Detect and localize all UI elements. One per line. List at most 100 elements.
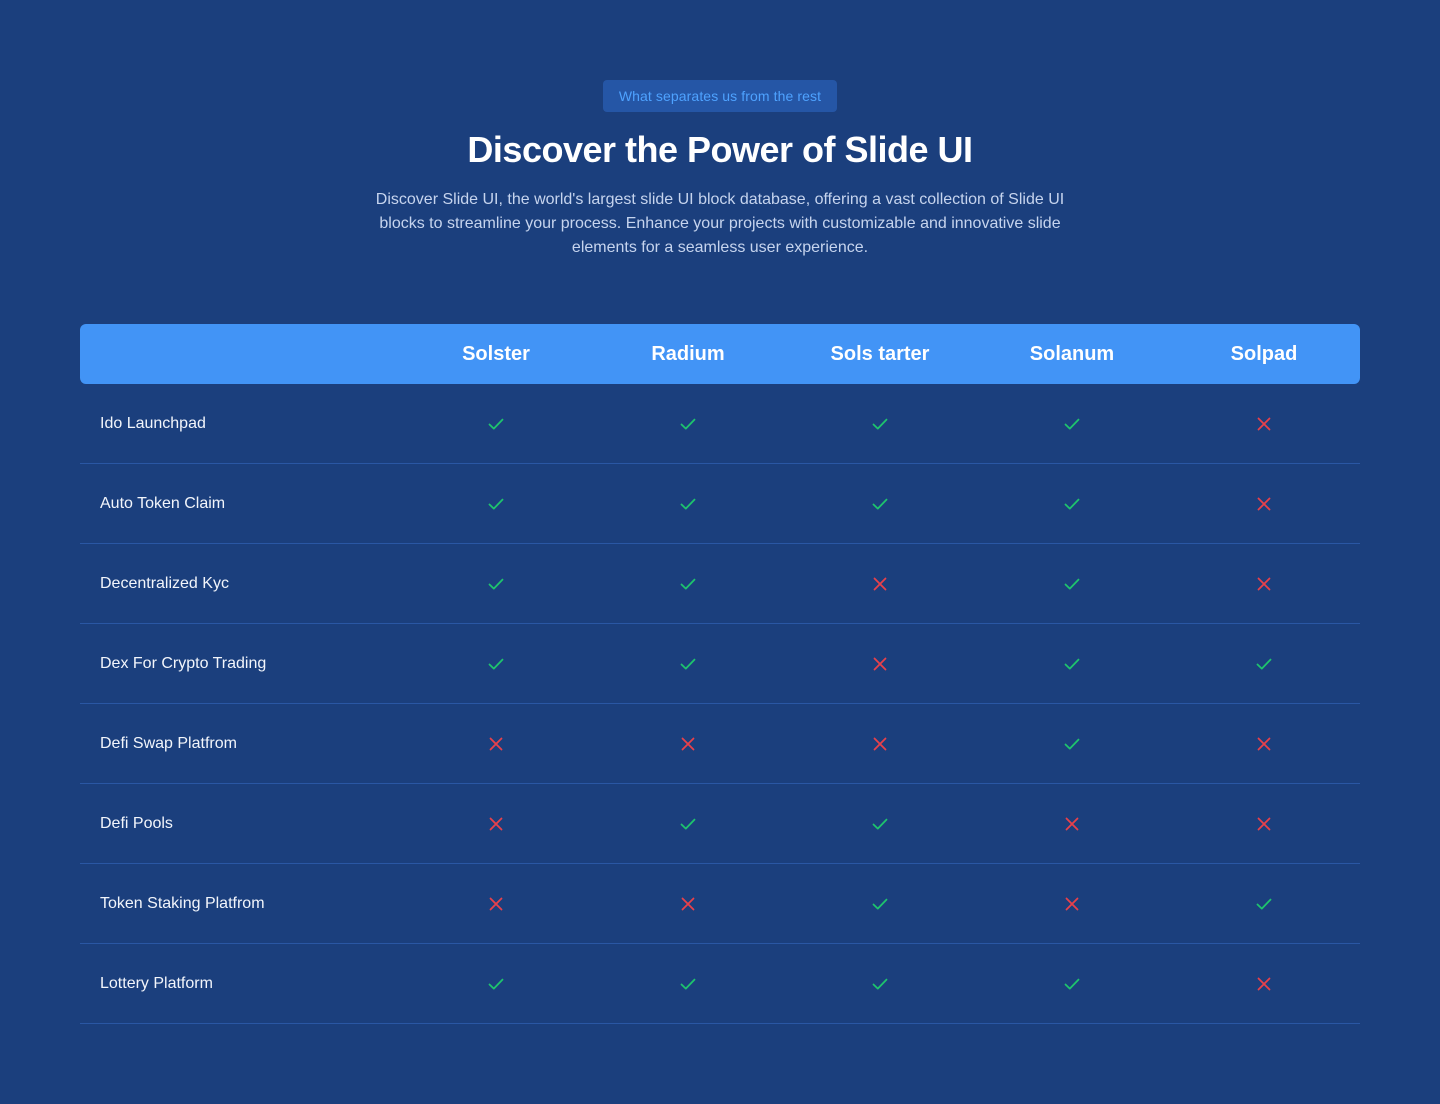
feature-cell: Lottery Platform	[80, 975, 400, 993]
cross-icon	[1257, 417, 1271, 430]
feature-label: Dex For Crypto Trading	[100, 654, 267, 672]
check-icon	[1064, 418, 1080, 429]
comparison-section: What separates us from the rest Discover…	[0, 0, 1440, 1104]
check-icon	[1064, 658, 1080, 669]
check-icon	[488, 978, 504, 989]
check-icon	[488, 578, 504, 589]
value-cell	[1168, 415, 1360, 433]
value-cell	[1168, 975, 1360, 993]
value-cell	[400, 895, 592, 913]
check-icon	[488, 498, 504, 509]
feature-cell: Defi Pools	[80, 815, 400, 833]
value-cell	[1168, 895, 1360, 913]
value-cell	[1168, 815, 1360, 833]
check-icon	[1064, 578, 1080, 589]
check-icon	[1064, 498, 1080, 509]
section-title: Discover the Power of Slide UI	[467, 129, 973, 170]
value-cell	[784, 815, 976, 833]
value-cell	[400, 975, 592, 993]
value-cell	[592, 415, 784, 433]
section-subtitle: Discover Slide UI, the world's largest s…	[375, 191, 1065, 256]
value-cell	[976, 495, 1168, 513]
column-label: Sols tarter	[830, 342, 930, 365]
table-row: Dex For Crypto Trading	[80, 624, 1360, 704]
table-row: Auto Token Claim	[80, 464, 1360, 544]
check-icon	[488, 658, 504, 669]
value-cell	[1168, 655, 1360, 673]
check-icon	[872, 418, 888, 429]
cross-icon	[681, 897, 695, 910]
feature-label: Lottery Platform	[100, 974, 213, 992]
header-col-solpad: Solpad	[1168, 343, 1360, 366]
feature-label: Defi Pools	[100, 814, 173, 832]
table-row: Defi Pools	[80, 784, 1360, 864]
cross-icon	[489, 817, 503, 830]
feature-cell: Ido Launchpad	[80, 415, 400, 433]
table-row: Token Staking Platfrom	[80, 864, 1360, 944]
value-cell	[400, 575, 592, 593]
value-cell	[1168, 735, 1360, 753]
value-cell	[976, 415, 1168, 433]
value-cell	[400, 735, 592, 753]
cross-icon	[1065, 817, 1079, 830]
check-icon	[872, 498, 888, 509]
section-badge: What separates us from the rest	[602, 80, 838, 112]
feature-cell: Decentralized Kyc	[80, 575, 400, 593]
check-icon	[680, 498, 696, 509]
header-col-solanum: Solanum	[976, 343, 1168, 366]
cross-icon	[1257, 577, 1271, 590]
value-cell	[400, 415, 592, 433]
value-cell	[976, 815, 1168, 833]
value-cell	[976, 735, 1168, 753]
feature-cell: Token Staking Platfrom	[80, 895, 400, 913]
value-cell	[784, 975, 976, 993]
value-cell	[592, 495, 784, 513]
feature-label: Token Staking Platfrom	[100, 894, 265, 912]
value-cell	[592, 735, 784, 753]
check-icon	[872, 898, 888, 909]
check-icon	[1064, 738, 1080, 749]
cross-icon	[1257, 497, 1271, 510]
check-icon	[680, 818, 696, 829]
cross-icon	[873, 657, 887, 670]
value-cell	[592, 895, 784, 913]
value-cell	[400, 815, 592, 833]
check-icon	[1256, 658, 1272, 669]
cross-icon	[681, 737, 695, 750]
value-cell	[784, 895, 976, 913]
column-label: Solanum	[1029, 342, 1115, 365]
cross-icon	[1257, 737, 1271, 750]
header-col-sols-tarter: Sols tarter	[784, 343, 976, 366]
value-cell	[592, 575, 784, 593]
value-cell	[592, 655, 784, 673]
value-cell	[976, 655, 1168, 673]
value-cell	[784, 415, 976, 433]
value-cell	[1168, 575, 1360, 593]
check-icon	[488, 418, 504, 429]
check-icon	[680, 658, 696, 669]
cross-icon	[873, 577, 887, 590]
value-cell	[976, 575, 1168, 593]
check-icon	[1256, 898, 1272, 909]
value-cell	[784, 735, 976, 753]
cross-icon	[873, 737, 887, 750]
badge-container: What separates us from the rest	[0, 80, 1440, 112]
table-body: Ido Launchpad Auto Token Claim Decentraliz…	[80, 384, 1360, 1024]
feature-label: Ido Launchpad	[100, 414, 206, 432]
value-cell	[592, 815, 784, 833]
value-cell	[784, 495, 976, 513]
value-cell	[976, 895, 1168, 913]
cross-icon	[489, 897, 503, 910]
table-row: Decentralized Kyc	[80, 544, 1360, 624]
column-label: Radium	[651, 342, 725, 365]
feature-label: Decentralized Kyc	[100, 574, 229, 592]
header-col-solster: Solster	[400, 343, 592, 366]
value-cell	[592, 975, 784, 993]
table-row: Lottery Platform	[80, 944, 1360, 1024]
value-cell	[400, 495, 592, 513]
cross-icon	[1065, 897, 1079, 910]
check-icon	[872, 818, 888, 829]
value-cell	[976, 975, 1168, 993]
check-icon	[1064, 978, 1080, 989]
check-icon	[680, 418, 696, 429]
